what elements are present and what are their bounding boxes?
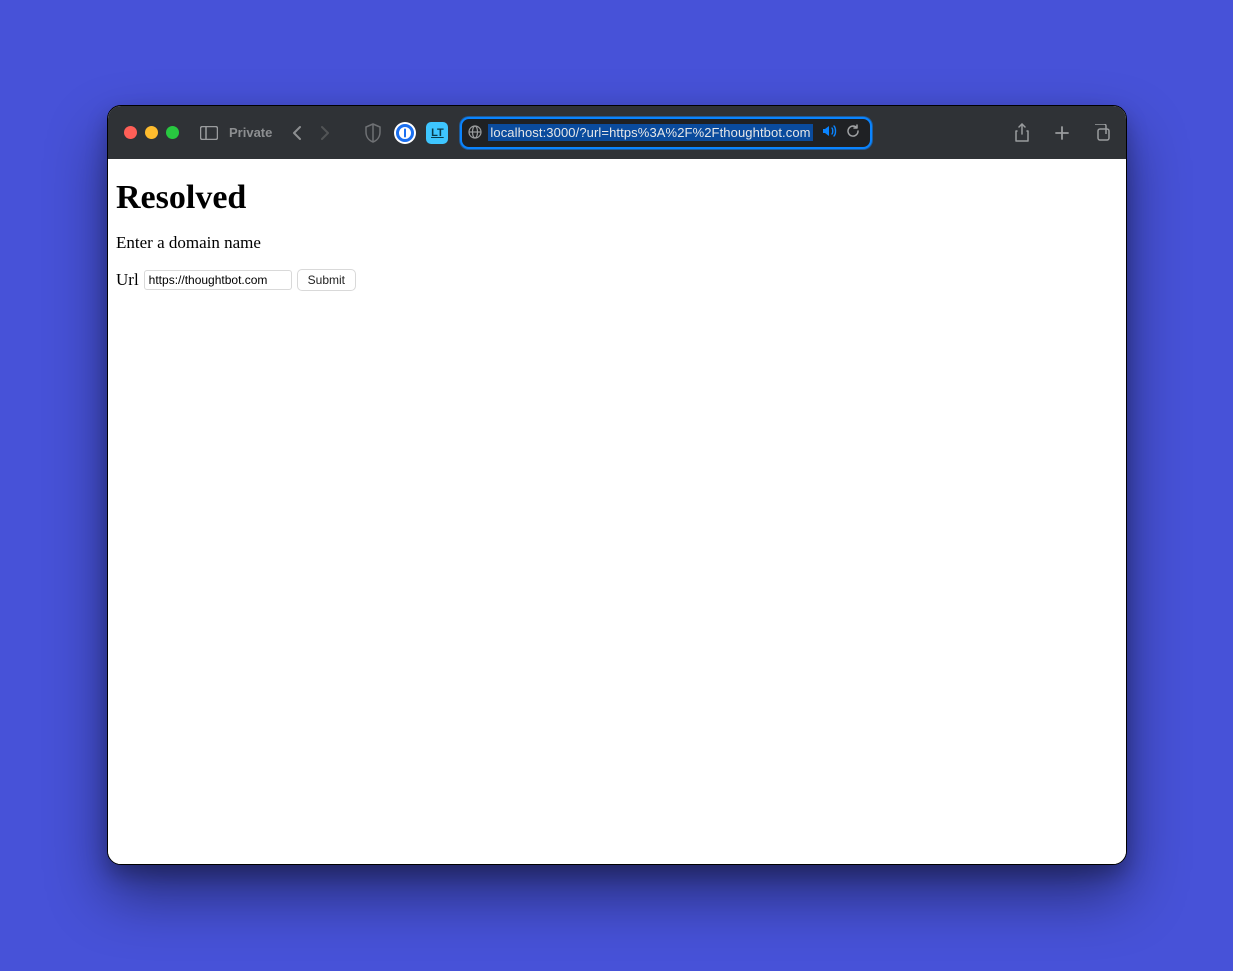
address-url-text[interactable]: localhost:3000/?url=https%3A%2F%2Fthough… <box>488 124 812 141</box>
page-title: Resolved <box>116 179 1118 217</box>
browser-window: Private LT localhost:3000/?url=https%3A%… <box>107 105 1127 865</box>
toolbar: Private LT localhost:3000/?url=https%3A%… <box>108 106 1126 159</box>
url-form: Url Submit <box>116 269 1118 291</box>
maximize-window-button[interactable] <box>166 126 179 139</box>
onepassword-extension-icon[interactable] <box>394 122 416 144</box>
page-content: Resolved Enter a domain name Url Submit <box>108 159 1126 864</box>
share-icon[interactable] <box>1010 121 1034 145</box>
address-bar[interactable]: localhost:3000/?url=https%3A%2F%2Fthough… <box>460 117 872 149</box>
submit-button[interactable]: Submit <box>297 269 356 291</box>
url-field-label: Url <box>116 270 139 290</box>
forward-button[interactable] <box>312 121 336 145</box>
new-tab-icon[interactable] <box>1050 121 1074 145</box>
sidebar-toggle-icon[interactable] <box>197 121 221 145</box>
page-subtitle: Enter a domain name <box>116 233 1118 253</box>
reader-audio-icon[interactable] <box>822 124 840 142</box>
tab-overview-icon[interactable] <box>1090 121 1114 145</box>
url-input[interactable] <box>144 270 292 290</box>
privacy-shield-icon[interactable] <box>362 122 384 144</box>
private-mode-label: Private <box>229 125 272 140</box>
back-button[interactable] <box>286 121 310 145</box>
close-window-button[interactable] <box>124 126 137 139</box>
reload-icon[interactable] <box>846 124 864 142</box>
minimize-window-button[interactable] <box>145 126 158 139</box>
window-controls <box>124 126 179 139</box>
globe-icon <box>468 125 484 141</box>
languagetool-extension-icon[interactable]: LT <box>426 122 448 144</box>
